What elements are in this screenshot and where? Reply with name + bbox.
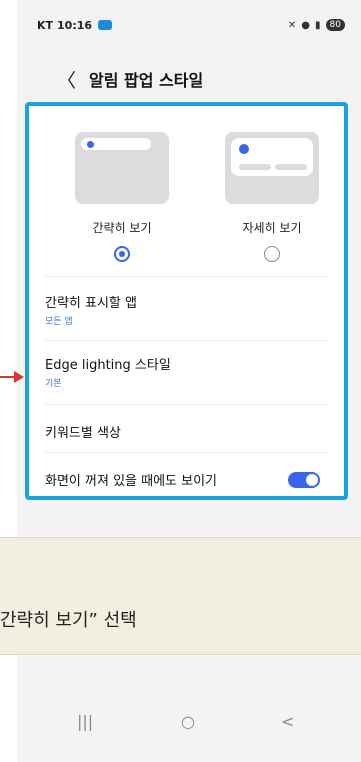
setting-title: Edge lighting 스타일 [45,358,171,373]
divider [45,340,328,341]
carrier-label: KT [37,18,54,32]
page-title: 알림 팝업 스타일 [89,71,204,90]
detailed-preview-line [239,164,271,170]
setting-keyword-colors[interactable]: 키워드별 색상 [45,422,328,441]
brief-option-label[interactable]: 간략히 보기 [62,219,182,236]
back-icon[interactable]: 〈 [57,66,77,93]
pointer-arrow-icon [0,371,24,383]
status-bar: KT 10:16 ✕ ● ▮ 80 [37,16,345,34]
detailed-radio-button[interactable] [264,246,280,262]
popup-style-card: 간략히 보기 자세히 보기 간략히 표시할 앱 모든 앱 Edge lighti… [25,102,348,500]
setting-edge-lighting[interactable]: Edge lighting 스타일 기본 [45,354,328,389]
caption-banner: 간략히 보기” 선택 [0,537,361,655]
divider [45,276,328,277]
status-time: 10:16 [57,18,93,32]
battery-icon: 80 [325,19,345,31]
show-when-off-toggle[interactable] [288,472,320,488]
setting-subtitle: 기본 [45,379,62,389]
brief-radio-button[interactable] [114,246,130,262]
header: 〈 알림 팝업 스타일 [57,63,203,95]
detailed-preview-image[interactable] [225,132,319,204]
mute-icon: ✕ [287,19,297,31]
brief-preview-image[interactable] [75,132,169,204]
recents-icon[interactable]: ||| [77,712,93,731]
navigation-bar: ||| ○ < [17,700,361,744]
setting-show-when-off[interactable]: 화면이 꺼져 있을 때에도 보이기 [45,470,328,489]
caption-text: 간략히 보기” 선택 [0,610,137,631]
setting-title: 화면이 꺼져 있을 때에도 보이기 [45,474,218,489]
setting-title: 키워드별 색상 [45,426,121,441]
setting-subtitle: 모든 앱 [45,317,73,327]
detailed-preview-bubble [231,138,313,176]
location-icon: ● [301,19,311,31]
signal-icon: ▮ [315,19,321,31]
setting-title: 간략히 표시할 앱 [45,296,137,311]
setting-brief-apps[interactable]: 간략히 표시할 앱 모든 앱 [45,292,328,327]
detailed-preview-line [275,164,307,170]
brief-preview-bubble [81,138,151,150]
status-icons: ✕ ● ▮ 80 [288,19,345,31]
detailed-preview-dot [239,144,249,154]
divider [45,404,328,405]
brief-preview-dot [87,141,94,148]
notification-icon [98,20,113,30]
back-nav-icon[interactable]: < [281,712,294,731]
home-icon[interactable]: ○ [181,712,195,731]
divider [45,452,328,453]
detailed-option-label[interactable]: 자세히 보기 [212,219,332,236]
